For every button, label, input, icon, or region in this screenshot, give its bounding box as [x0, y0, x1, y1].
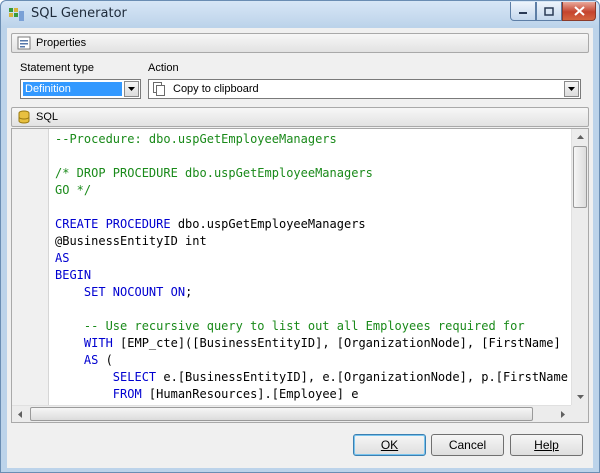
code-token: /* DROP PROCEDURE dbo.uspGetEmployeeMana… [55, 166, 373, 180]
code-token: ; [185, 285, 193, 299]
code-line: SET NOCOUNT ON; [55, 284, 570, 301]
code-token: BEGIN [55, 268, 92, 282]
chevron-down-icon [568, 87, 575, 91]
action-select[interactable]: Copy to clipboard [148, 79, 581, 99]
sql-label: SQL [36, 111, 59, 123]
statement-type-value: Definition [23, 82, 122, 96]
database-icon [18, 110, 30, 124]
code-token: AS [55, 251, 70, 265]
code-token: [EMP_cte]([BusinessEntityID], [Organizat… [112, 336, 561, 350]
title-bar[interactable]: SQL Generator [1, 1, 599, 27]
code-line: GO */ [55, 182, 570, 199]
code-line: BEGIN [55, 267, 570, 284]
maximize-button[interactable] [536, 2, 562, 21]
properties-label: Properties [36, 37, 87, 49]
code-line: AS [55, 250, 570, 267]
copy-clipboard-icon [153, 82, 165, 96]
scroll-up-button[interactable] [572, 129, 588, 145]
code-line: SELECT e.[BusinessEntityID], e.[Organiza… [55, 369, 570, 386]
chevron-down-icon [128, 87, 135, 91]
statement-type-dropdown-button[interactable] [124, 81, 139, 97]
code-line: WITH [EMP_cte]([BusinessEntityID], [Orga… [55, 335, 570, 352]
code-line: FROM [HumanResources].[Employee] e [55, 386, 570, 403]
chevron-left-icon [18, 410, 22, 418]
chevron-down-icon [576, 395, 584, 399]
statement-type-label: Statement type [20, 62, 94, 74]
code-token: SELECT [112, 370, 157, 384]
scroll-down-button[interactable] [572, 389, 588, 405]
action-value: Copy to clipboard [173, 83, 259, 95]
sql-editor[interactable]: --Procedure: dbo.uspGetEmployeeManagers /… [11, 128, 589, 423]
chevron-right-icon [561, 410, 565, 418]
close-button[interactable] [562, 2, 596, 21]
code-token: @BusinessEntityID int [55, 234, 207, 248]
code-token: GO */ [55, 183, 92, 197]
maximize-icon [544, 6, 554, 16]
code-token: WITH [83, 336, 113, 350]
code-token: ( [98, 353, 113, 367]
code-token: dbo.uspGetEmployeeManagers [170, 217, 366, 231]
code-token: SET NOCOUNT ON [83, 285, 186, 299]
dialog-client: Properties Statement type Action Definit… [7, 28, 593, 468]
minimize-icon [519, 12, 527, 14]
help-label: Help [534, 438, 559, 452]
code-line: AS ( [55, 352, 570, 369]
properties-icon [17, 36, 31, 50]
vertical-scrollbar[interactable] [571, 129, 588, 405]
horizontal-scrollbar[interactable] [12, 405, 571, 422]
cancel-label: Cancel [448, 438, 487, 452]
scroll-left-button[interactable] [12, 406, 28, 422]
code-token: -- Use recursive query to list out all E… [55, 319, 525, 333]
sql-generator-app-icon [9, 8, 24, 21]
code-token: [HumanResources].[Employee] e [141, 387, 359, 401]
sql-header[interactable]: SQL [11, 107, 589, 127]
code-token: e.[BusinessEntityID], e.[OrganizationNod… [156, 370, 570, 384]
code-token: FROM [112, 387, 142, 401]
code-line: -- Use recursive query to list out all E… [55, 318, 570, 335]
scrollbar-corner [571, 405, 588, 422]
line-gutter [12, 129, 49, 405]
action-dropdown-button[interactable] [564, 81, 579, 97]
horizontal-scroll-thumb[interactable] [30, 407, 533, 421]
code-token: AS [83, 353, 99, 367]
sql-generator-window: SQL Generator Properties Statement type … [0, 0, 600, 473]
scroll-right-button[interactable] [555, 406, 571, 422]
minimize-button[interactable] [510, 2, 536, 21]
help-button[interactable]: Help [510, 434, 583, 456]
code-line: /* DROP PROCEDURE dbo.uspGetEmployeeMana… [55, 165, 570, 182]
code-line: --Procedure: dbo.uspGetEmployeeManagers [55, 131, 570, 148]
sql-code[interactable]: --Procedure: dbo.uspGetEmployeeManagers /… [55, 131, 570, 405]
chevron-up-icon [576, 135, 584, 139]
code-line: CREATE PROCEDURE dbo.uspGetEmployeeManag… [55, 216, 570, 233]
code-token: --Procedure: dbo.uspGetEmployeeManagers [55, 132, 337, 146]
code-line: @BusinessEntityID int [55, 233, 570, 250]
close-icon [573, 6, 585, 16]
vertical-scroll-thumb[interactable] [573, 146, 587, 208]
ok-button[interactable]: OK [353, 434, 426, 456]
code-token: CREATE PROCEDURE [55, 217, 171, 231]
cancel-button[interactable]: Cancel [431, 434, 504, 456]
statement-type-select[interactable]: Definition [20, 79, 141, 99]
properties-header[interactable]: Properties [11, 33, 589, 53]
ok-label: OK [380, 438, 399, 452]
window-title: SQL Generator [31, 6, 127, 21]
action-label: Action [148, 62, 179, 74]
